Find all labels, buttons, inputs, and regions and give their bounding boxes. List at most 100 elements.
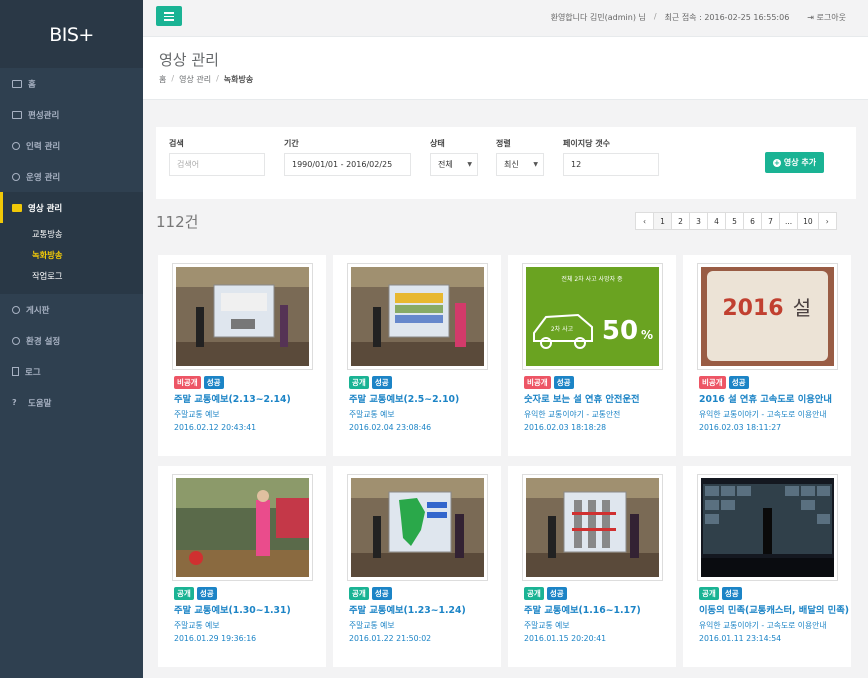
visibility-badge: 비공개	[174, 376, 201, 389]
video-thumbnail[interactable]	[347, 474, 488, 581]
video-title[interactable]: 이동의 민족(교통캐스터, 배달의 민족)	[699, 602, 849, 616]
caret-down-icon: ▼	[533, 161, 538, 168]
submenu-item-worklog[interactable]: 작업로그	[0, 265, 143, 286]
badge-group: 공개 성공	[174, 587, 217, 600]
breadcrumb-video[interactable]: 영상 관리	[179, 74, 211, 85]
video-thumbnail[interactable]	[347, 263, 488, 370]
sidebar-item-label: 인력 관리	[26, 141, 61, 152]
add-video-label: 영상 추가	[783, 158, 817, 167]
video-title[interactable]: 주말 교통예보(2.13~2.14)	[174, 391, 324, 405]
sign-out-icon: ⇥	[807, 13, 817, 22]
add-video-button[interactable]: + 영상 추가	[765, 152, 824, 173]
video-card[interactable]: 공개 성공 주말 교통예보(2.5~2.10) 주말교통 예보 2016.02.…	[333, 255, 501, 456]
video-card[interactable]: 전체 2차 사고 사망자 중 2차 사고 50 % 비공개 성공 숫자로 보는 …	[508, 255, 676, 456]
studio-thumbnail-image	[351, 267, 484, 366]
status-badge: 성공	[546, 587, 567, 600]
page-1[interactable]: 1	[653, 212, 672, 230]
page-10[interactable]: 10	[797, 212, 819, 230]
sidebar-item-home[interactable]: 홈	[0, 68, 143, 99]
search-input[interactable]: 검색어	[169, 153, 265, 176]
video-date: 2016.02.12 20:43:41	[174, 423, 257, 432]
video-card[interactable]: 비공개 성공 주말 교통예보(2.13~2.14) 주말교통 예보 2016.0…	[158, 255, 326, 456]
video-card[interactable]: 공개 성공 이동의 민족(교통캐스터, 배달의 민족) 유익한 교통이야기 - …	[683, 466, 851, 667]
pagesize-input[interactable]: 12	[563, 153, 659, 176]
video-title[interactable]: 주말 교통예보(2.5~2.10)	[349, 391, 499, 405]
breadcrumb-separator: /	[171, 74, 175, 83]
badge-group: 공개 성공	[349, 376, 392, 389]
submenu-item-recorded[interactable]: 녹화방송	[0, 244, 143, 265]
submenu-item-traffic[interactable]: 교통방송	[0, 223, 143, 244]
video-card[interactable]: 공개 성공 주말 교통예보(1.30~1.31) 주말교통 예보 2016.01…	[158, 466, 326, 667]
badge-group: 공개 성공	[524, 587, 567, 600]
status-select[interactable]: 전체 ▼	[430, 153, 478, 176]
video-thumbnail[interactable]	[172, 474, 313, 581]
video-title[interactable]: 숫자로 보는 설 연휴 안전운전	[524, 391, 674, 405]
page-next[interactable]: ›	[817, 212, 837, 230]
video-date: 2016.01.29 19:36:16	[174, 634, 257, 643]
pagesize-label: 페이지당 갯수	[563, 139, 610, 148]
sidebar-item-schedule[interactable]: 편성관리	[0, 99, 143, 130]
status-badge: 성공	[371, 587, 392, 600]
page-3[interactable]: 3	[689, 212, 708, 230]
welcome-text: 환영합니다 김민(admin) 님	[550, 13, 646, 22]
sidebar-item-log[interactable]: 로그	[0, 356, 143, 387]
breadcrumb-home[interactable]: 홈	[159, 74, 166, 85]
app-logo[interactable]: BIS+	[0, 0, 143, 68]
page-7[interactable]: 7	[761, 212, 780, 230]
thumb-holiday: 설	[793, 296, 811, 320]
sidebar-item-label: 로그	[25, 367, 41, 378]
page-5[interactable]: 5	[725, 212, 744, 230]
video-thumbnail[interactable]	[172, 263, 313, 370]
sidebar-item-help[interactable]: ? 도움말	[0, 387, 143, 418]
sidebar-item-label: 운영 관리	[26, 172, 61, 183]
video-thumbnail[interactable]	[522, 474, 663, 581]
page-4[interactable]: 4	[707, 212, 726, 230]
studio-thumbnail-image	[176, 267, 309, 366]
video-thumbnail[interactable]: 2016 설	[697, 263, 838, 370]
visibility-badge: 비공개	[524, 376, 551, 389]
video-card[interactable]: 2016 설 비공개 성공 2016 설 연휴 고속도로 이용안내 유익한 교통…	[683, 255, 851, 456]
search-label: 검색	[169, 139, 184, 148]
page-prev[interactable]: ‹	[635, 212, 654, 230]
sidebar-item-label: 홈	[28, 79, 36, 90]
badge-group: 공개 성공	[699, 587, 742, 600]
video-title[interactable]: 주말 교통예보(1.30~1.31)	[174, 602, 324, 616]
video-title[interactable]: 2016 설 연휴 고속도로 이용안내	[699, 391, 849, 405]
sidebar-item-board[interactable]: 게시판	[0, 294, 143, 325]
video-title[interactable]: 주말 교통예보(1.23~1.24)	[349, 602, 499, 616]
sidebar-item-label: 환경 설정	[26, 336, 61, 347]
thumb-label: 2차 사고	[551, 325, 574, 333]
sidebar: BIS+ 홈 편성관리 인력 관리 운영 관리 영상 관리 교통방송 녹화방송 …	[0, 0, 143, 678]
page-2[interactable]: 2	[671, 212, 690, 230]
badge-group: 공개 성공	[349, 587, 392, 600]
question-icon: ?	[12, 397, 17, 407]
period-input[interactable]: 1990/01/01 - 2016/02/25	[284, 153, 411, 176]
page-6[interactable]: 6	[743, 212, 762, 230]
video-thumbnail[interactable]	[697, 474, 838, 581]
video-title[interactable]: 주말 교통예보(1.16~1.17)	[524, 602, 674, 616]
sidebar-item-label: 도움말	[28, 398, 52, 409]
new-year-thumbnail-image: 2016 설	[701, 267, 834, 366]
page-header: 영상 관리 홈 / 영상 관리 / 녹화방송	[143, 37, 868, 100]
book-icon	[12, 367, 19, 376]
status-badge: 성공	[196, 587, 217, 600]
menu-toggle-button[interactable]	[156, 6, 182, 26]
hamburger-icon	[164, 19, 174, 21]
status-value: 전체	[438, 160, 453, 169]
logout-link[interactable]: ⇥ 로그아웃	[807, 12, 846, 23]
sidebar-item-staff[interactable]: 인력 관리	[0, 130, 143, 161]
video-category: 주말교통 예보	[174, 410, 220, 419]
video-thumbnail[interactable]: 전체 2차 사고 사망자 중 2차 사고 50 %	[522, 263, 663, 370]
sidebar-item-video[interactable]: 영상 관리	[0, 192, 143, 223]
gears-icon	[12, 336, 20, 345]
sidebar-item-operation[interactable]: 운영 관리	[0, 161, 143, 192]
status-badge: 성공	[721, 587, 742, 600]
sidebar-item-settings[interactable]: 환경 설정	[0, 325, 143, 356]
sort-label: 정렬	[496, 139, 511, 148]
video-card[interactable]: 공개 성공 주말 교통예보(1.16~1.17) 주말교통 예보 2016.01…	[508, 466, 676, 667]
sort-select[interactable]: 최신 ▼	[496, 153, 544, 176]
users-icon	[12, 141, 20, 150]
calendar-icon	[12, 110, 22, 119]
video-category: 주말교통 예보	[524, 621, 570, 630]
video-card[interactable]: 공개 성공 주말 교통예보(1.23~1.24) 주말교통 예보 2016.01…	[333, 466, 501, 667]
